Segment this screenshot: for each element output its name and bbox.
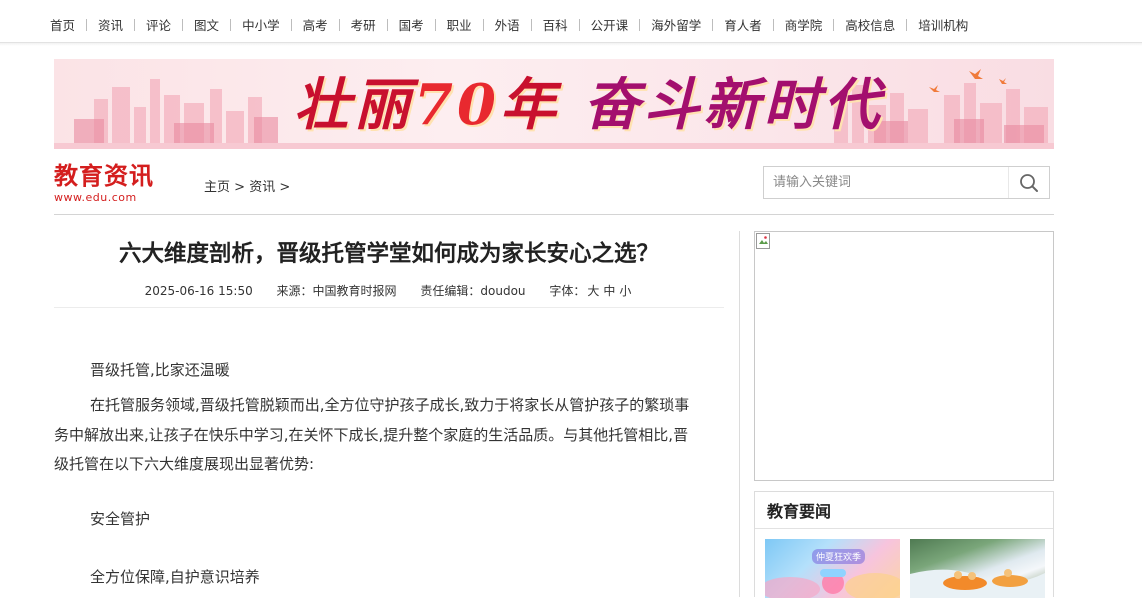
nav-link[interactable]: 职业 (447, 15, 472, 34)
news-panel-title: 教育要闻 (767, 502, 832, 521)
nav-link[interactable]: 考研 (351, 15, 376, 34)
nav-separator (134, 18, 136, 31)
nav-separator (482, 18, 484, 31)
nav-separator (906, 18, 908, 31)
logo-url: www.edu.com (54, 191, 137, 204)
site-logo[interactable]: 教育资讯 www.edu.com (54, 160, 164, 204)
nav-separator (290, 18, 292, 31)
nav-link[interactable]: 资讯 (98, 15, 123, 34)
search-button[interactable] (1008, 167, 1049, 198)
font-size-switcher: 字体：大中小 (549, 284, 633, 298)
nav-separator (578, 18, 580, 31)
meta-divider (54, 307, 724, 308)
rafting-photo (910, 569, 1045, 598)
nav-link[interactable]: 海外留学 (651, 15, 701, 34)
nav-separator (833, 18, 835, 31)
nav-item: 图文 (171, 15, 219, 34)
nav-separator (772, 18, 774, 31)
nav-item: 高考 (280, 15, 328, 34)
nav-link[interactable]: 中小学 (242, 15, 280, 34)
news-thumbnail[interactable]: 仲夏狂欢季 (765, 539, 900, 598)
promo-illustration (765, 569, 900, 598)
banner-slogan: 壮丽70年 奋斗新时代 (294, 65, 883, 145)
nav-item: 资讯 (75, 15, 123, 34)
breadcrumb-section[interactable]: 资讯 (249, 180, 275, 195)
banner-slogan-number: 70 (414, 72, 500, 138)
news-thumbnail[interactable] (910, 539, 1045, 598)
banner-slogan-year: 年 (499, 72, 560, 138)
article-date: 2025-06-16 15:50 (144, 284, 253, 298)
nav-link[interactable]: 百科 (543, 15, 568, 34)
nav-separator (434, 18, 436, 31)
nav-separator (639, 18, 641, 31)
nav-separator (230, 18, 232, 31)
search-icon (1020, 173, 1038, 192)
breadcrumb-separator: > (279, 180, 291, 195)
news-thumbnails: 仲夏狂欢季 (765, 539, 1045, 598)
article-paragraph: 晋级托管,比家还温暖 (90, 361, 230, 379)
font-size-label: 字体： (549, 284, 586, 298)
nav-shadow (0, 43, 1142, 46)
nav-link[interactable]: 外语 (495, 15, 520, 34)
nav-link[interactable]: 商学院 (785, 15, 823, 34)
nav-link[interactable]: 公开课 (591, 15, 629, 34)
nav-separator (338, 18, 340, 31)
nav-item: 商学院 (762, 15, 823, 34)
breadcrumb: 主页 > 资讯 > (204, 176, 290, 195)
thumbnail-tag: 仲夏狂欢季 (812, 549, 866, 564)
nav-link[interactable]: 高校信息 (845, 15, 895, 34)
nav-item: 评论 (123, 15, 171, 34)
banner-slogan-part1: 壮丽 (294, 72, 414, 138)
nav-link[interactable]: 国考 (399, 15, 424, 34)
nav-item: 职业 (424, 15, 472, 34)
broken-image-icon (756, 233, 770, 249)
nav-link[interactable]: 图文 (194, 15, 219, 34)
breadcrumb-home[interactable]: 主页 (204, 180, 230, 195)
article-meta: 2025-06-16 15:50 来源：中国教育时报网 责任编辑：doudou … (54, 282, 724, 299)
article-paragraph: 在托管服务领域,晋级托管脱颖而出,全方位守护孩子成长,致力于将家长从管护孩子的繁… (54, 396, 690, 473)
nav-item: 培训机构 (895, 15, 968, 34)
nav-separator (530, 18, 532, 31)
nav-item: 中小学 (219, 15, 280, 34)
nav-link[interactable]: 首页 (50, 15, 75, 34)
nav-list: 首页 资讯 评论 图文 中小学 高考 考研 国考 职业 外语 百科 公开课 海外留学 育人者 商学院 高校信息… (50, 15, 968, 34)
nav-item: 公开课 (568, 15, 629, 34)
nav-item: 高校信息 (822, 15, 895, 34)
logo-name: 教育资讯 (54, 161, 154, 190)
news-panel-header: 教育要闻 (755, 492, 1053, 529)
nav-item: 外语 (472, 15, 520, 34)
nav-link[interactable]: 评论 (146, 15, 171, 34)
nav-item: 国考 (376, 15, 424, 34)
font-size-large[interactable]: 大 (587, 284, 599, 298)
search-box (763, 166, 1050, 199)
sidebar-ad[interactable] (754, 231, 1054, 481)
font-size-small[interactable]: 小 (619, 284, 631, 298)
header-divider (54, 214, 1054, 215)
article-paragraph: 全方位保障,自护意识培养 (90, 568, 260, 586)
breadcrumb-separator: > (234, 180, 246, 195)
education-news-panel: 教育要闻 仲夏狂欢季 (754, 491, 1054, 598)
top-navigation: 首页 资讯 评论 图文 中小学 高考 考研 国考 职业 外语 百科 公开课 海外留学 育人者 商学院 高校信息… (0, 0, 1142, 43)
article-title: 六大维度剖析，晋级托管学堂如何成为家长安心之选？ (118, 241, 659, 267)
column-divider (739, 231, 740, 597)
nav-item: 考研 (328, 15, 376, 34)
font-size-medium[interactable]: 中 (603, 284, 615, 298)
nav-separator (86, 18, 88, 31)
article-source: 来源：中国教育时报网 (276, 284, 397, 298)
banner-slogan-part2: 奋斗新时代 (583, 72, 884, 138)
nav-item: 百科 (520, 15, 568, 34)
nav-item: 首页 (50, 15, 75, 34)
nav-item: 育人者 (701, 15, 762, 34)
search-input[interactable] (764, 167, 1010, 198)
nav-separator (712, 18, 714, 31)
article-editor: 责任编辑：doudou (420, 284, 526, 298)
nav-separator (386, 18, 388, 31)
nav-link[interactable]: 培训机构 (918, 15, 968, 34)
nav-item: 海外留学 (628, 15, 701, 34)
nav-link[interactable]: 高考 (303, 15, 328, 34)
banner[interactable]: 壮丽70年 奋斗新时代 (54, 59, 1054, 149)
nav-separator (182, 18, 184, 31)
nav-link[interactable]: 育人者 (724, 15, 762, 34)
article-paragraph: 安全管护 (90, 510, 151, 528)
